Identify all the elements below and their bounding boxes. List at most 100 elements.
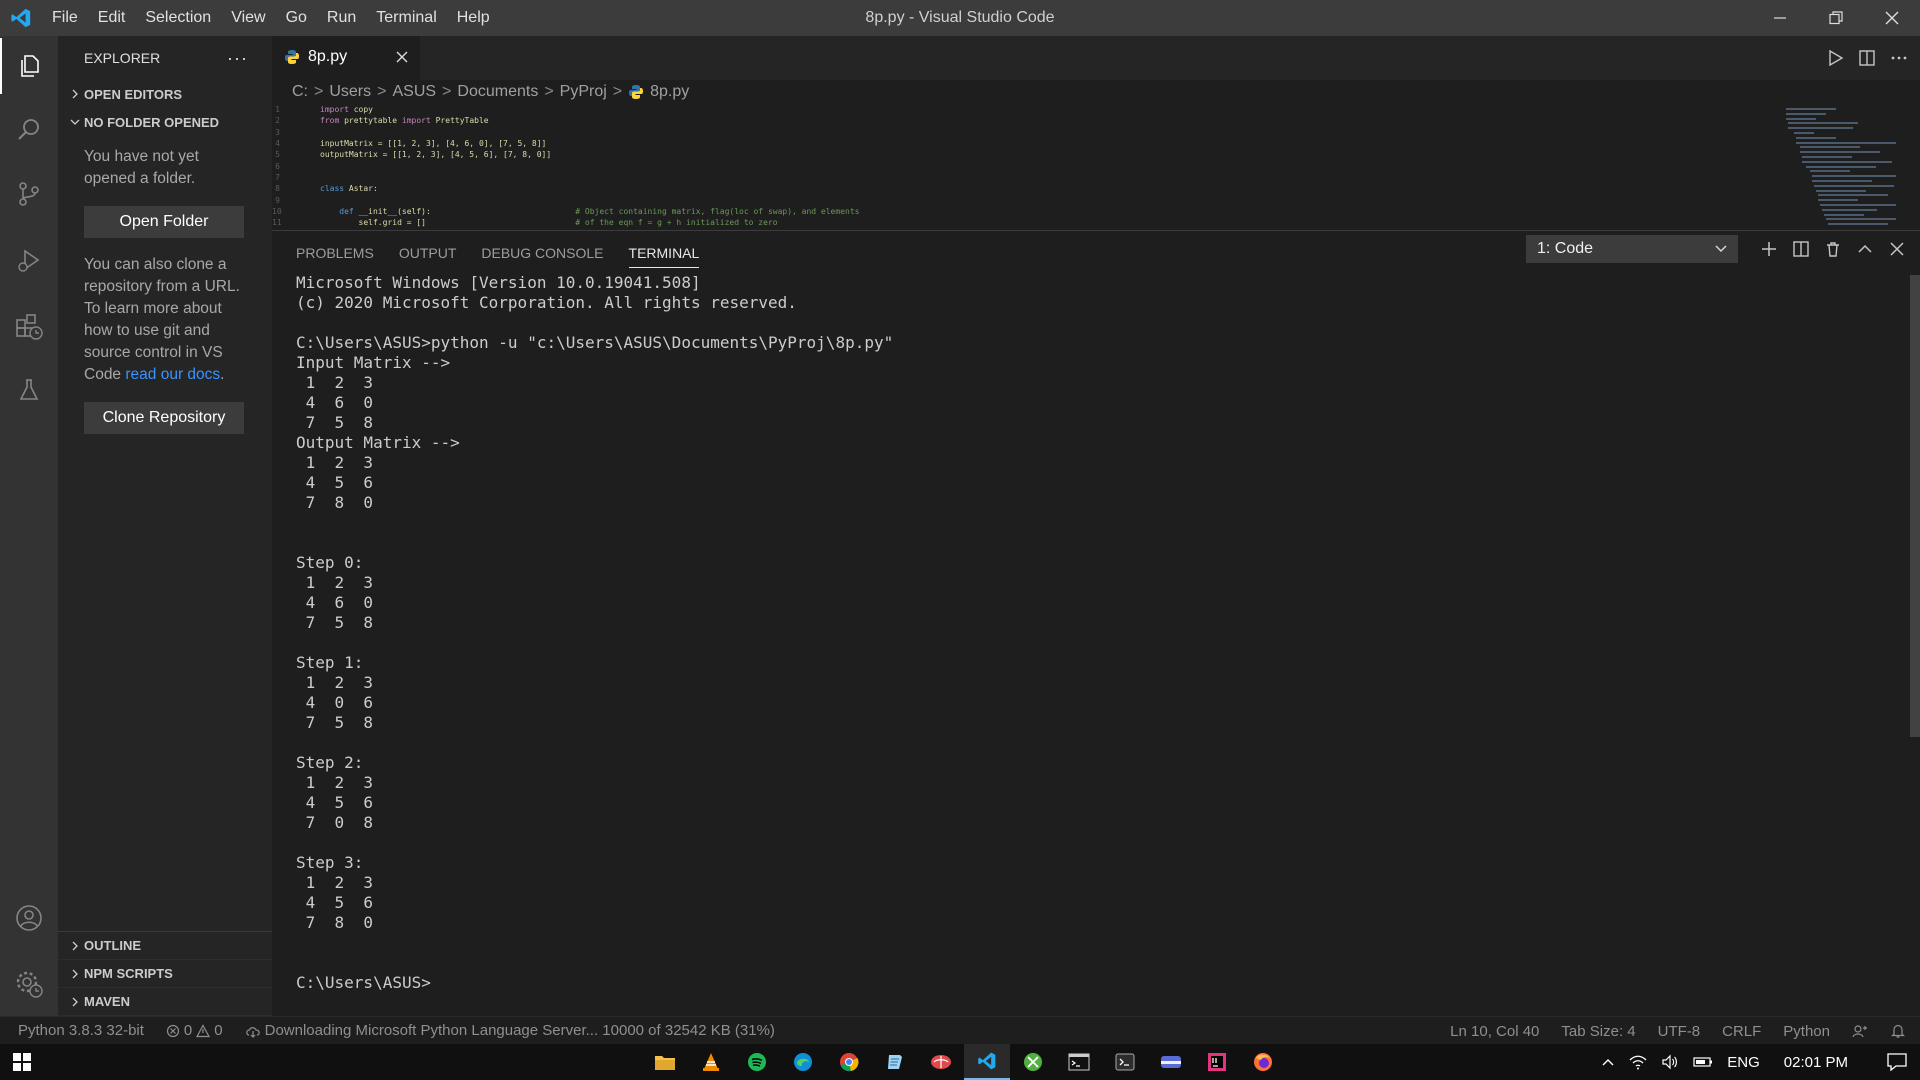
activity-extensions[interactable] [0, 298, 58, 354]
menu-terminal[interactable]: Terminal [366, 0, 446, 36]
code-editor[interactable]: 1 import copy 2 from prettytable import Pre… [272, 104, 1920, 228]
more-actions-icon[interactable]: ··· [227, 48, 248, 69]
new-terminal-icon[interactable] [1760, 240, 1778, 258]
section-outline[interactable]: OUTLINE [58, 932, 272, 960]
menu-selection[interactable]: Selection [135, 0, 221, 36]
line-ending[interactable]: CRLF [1722, 1023, 1761, 1040]
code-line[interactable]: 4 inputMatrix = [[1, 2, 3], [4, 6, 0], [7… [272, 138, 1920, 149]
code-line[interactable]: 7 [272, 172, 1920, 183]
code-line[interactable]: 11 self.grid = [] # of the eqn f = g + h… [272, 217, 1920, 228]
menu-go[interactable]: Go [276, 0, 317, 36]
run-python-file-icon[interactable] [1826, 49, 1844, 67]
chrome-icon [840, 1053, 859, 1072]
clock[interactable]: 02:01 PM [1784, 1054, 1848, 1071]
python-interpreter[interactable]: Python 3.8.3 32-bit [18, 1022, 144, 1039]
input-language[interactable]: ENG [1727, 1054, 1760, 1071]
activity-source-control[interactable] [0, 166, 58, 222]
wifi-icon[interactable] [1629, 1054, 1647, 1070]
minimap[interactable] [1786, 104, 1906, 230]
split-terminal-icon[interactable] [1792, 240, 1810, 258]
menu-run[interactable]: Run [317, 0, 366, 36]
close-window-button[interactable] [1864, 0, 1920, 36]
taskbar-command-prompt[interactable] [1056, 1044, 1102, 1080]
breadcrumb-item[interactable]: Documents [457, 83, 538, 101]
language-mode[interactable]: Python [1783, 1023, 1830, 1040]
notifications-icon[interactable] [1886, 1052, 1908, 1072]
taskbar-xbox[interactable] [1010, 1044, 1056, 1080]
breadcrumb-item[interactable]: 8p.py [650, 83, 689, 101]
tab-8p-py[interactable]: 8p.py [272, 36, 420, 80]
cursor-position[interactable]: Ln 10, Col 40 [1450, 1023, 1539, 1040]
read-docs-link[interactable]: read our docs [125, 366, 220, 383]
restore-button[interactable] [1808, 0, 1864, 36]
chevron-up-icon[interactable] [1601, 1055, 1615, 1069]
tab-size[interactable]: Tab Size: 4 [1561, 1023, 1635, 1040]
taskbar-edge[interactable] [780, 1044, 826, 1080]
code-line[interactable]: 2 from prettytable import PrettyTable [272, 115, 1920, 126]
menu-view[interactable]: View [221, 0, 275, 36]
taskbar-file-explorer[interactable] [642, 1044, 688, 1080]
breadcrumb: C: > Users > ASUS > Documents > PyProj > 8p.p… [272, 80, 1920, 104]
open-folder-button[interactable]: Open Folder [84, 206, 244, 238]
menu-file[interactable]: File [42, 0, 88, 36]
error-count: 0 [183, 1022, 193, 1039]
close-tab-icon[interactable] [396, 51, 408, 63]
section-no-folder[interactable]: NO FOLDER OPENED [58, 108, 272, 136]
taskbar-app-brain[interactable] [918, 1044, 964, 1080]
taskbar-chrome[interactable] [826, 1044, 872, 1080]
code-line[interactable]: 10 def __init__(self): # Object containi… [272, 206, 1920, 217]
taskbar-spotify[interactable] [734, 1044, 780, 1080]
terminal-output[interactable]: Microsoft Windows [Version 10.0.19041.50… [296, 273, 1896, 1016]
split-editor-icon[interactable] [1858, 49, 1876, 67]
taskbar-firefox[interactable] [1240, 1044, 1286, 1080]
tab-terminal[interactable]: TERMINAL [628, 235, 700, 268]
volume-icon[interactable] [1661, 1054, 1679, 1070]
taskbar-terminal[interactable] [1102, 1044, 1148, 1080]
start-button[interactable] [0, 1044, 44, 1080]
bell-icon[interactable] [1890, 1023, 1906, 1039]
taskbar-vscode[interactable] [964, 1044, 1010, 1080]
code-line[interactable]: 1 import copy [272, 104, 1920, 115]
code-line[interactable]: 9 [272, 194, 1920, 205]
activity-run-debug[interactable] [0, 232, 58, 288]
clone-repository-button[interactable]: Clone Repository [84, 402, 244, 434]
tab-debug-console[interactable]: DEBUG CONSOLE [481, 235, 603, 267]
code-line[interactable]: 6 [272, 160, 1920, 171]
activity-search[interactable] [0, 102, 58, 158]
code-line[interactable]: 8 class Astar: [272, 183, 1920, 194]
code-line[interactable]: 5 outputMatrix = [[1, 2, 3], [4, 5, 6], [… [272, 149, 1920, 160]
menu-help[interactable]: Help [447, 0, 500, 36]
terminal-scrollbar[interactable] [1910, 275, 1920, 737]
breadcrumb-item[interactable]: PyProj [560, 83, 607, 101]
activity-accounts[interactable] [0, 890, 58, 946]
close-panel-icon[interactable] [1888, 240, 1906, 258]
taskbar-notepad[interactable] [872, 1044, 918, 1080]
battery-icon[interactable] [1693, 1055, 1713, 1069]
section-npm-scripts[interactable]: NPM SCRIPTS [58, 960, 272, 988]
tab-output[interactable]: OUTPUT [399, 235, 457, 267]
breadcrumb-item[interactable]: C: [292, 83, 308, 101]
problems-status[interactable]: 0 0 [166, 1022, 223, 1039]
activity-explorer[interactable] [0, 38, 58, 94]
tab-problems[interactable]: PROBLEMS [296, 235, 374, 267]
menu-edit[interactable]: Edit [88, 0, 136, 36]
no-folder-message: You have not yet opened a folder. [84, 148, 199, 187]
section-open-editors[interactable]: OPEN EDITORS [58, 80, 272, 108]
taskbar-intellij[interactable] [1194, 1044, 1240, 1080]
section-maven[interactable]: MAVEN [58, 988, 272, 1016]
more-actions-icon[interactable] [1890, 49, 1908, 67]
breadcrumb-item[interactable]: Users [329, 83, 371, 101]
terminal-select[interactable]: 1: Code [1526, 235, 1738, 263]
file-encoding[interactable]: UTF-8 [1658, 1023, 1701, 1040]
breadcrumb-item[interactable]: ASUS [392, 83, 436, 101]
line-number: 7 [275, 172, 280, 182]
code-line[interactable]: 3 [272, 127, 1920, 138]
trash-icon[interactable] [1824, 240, 1842, 258]
chevron-up-icon[interactable] [1856, 240, 1874, 258]
taskbar-app-drive[interactable] [1148, 1044, 1194, 1080]
activity-testing[interactable] [0, 362, 58, 418]
feedback-icon[interactable] [1852, 1023, 1868, 1039]
minimize-button[interactable] [1752, 0, 1808, 36]
taskbar-vlc[interactable] [688, 1044, 734, 1080]
activity-manage[interactable] [0, 956, 58, 1012]
